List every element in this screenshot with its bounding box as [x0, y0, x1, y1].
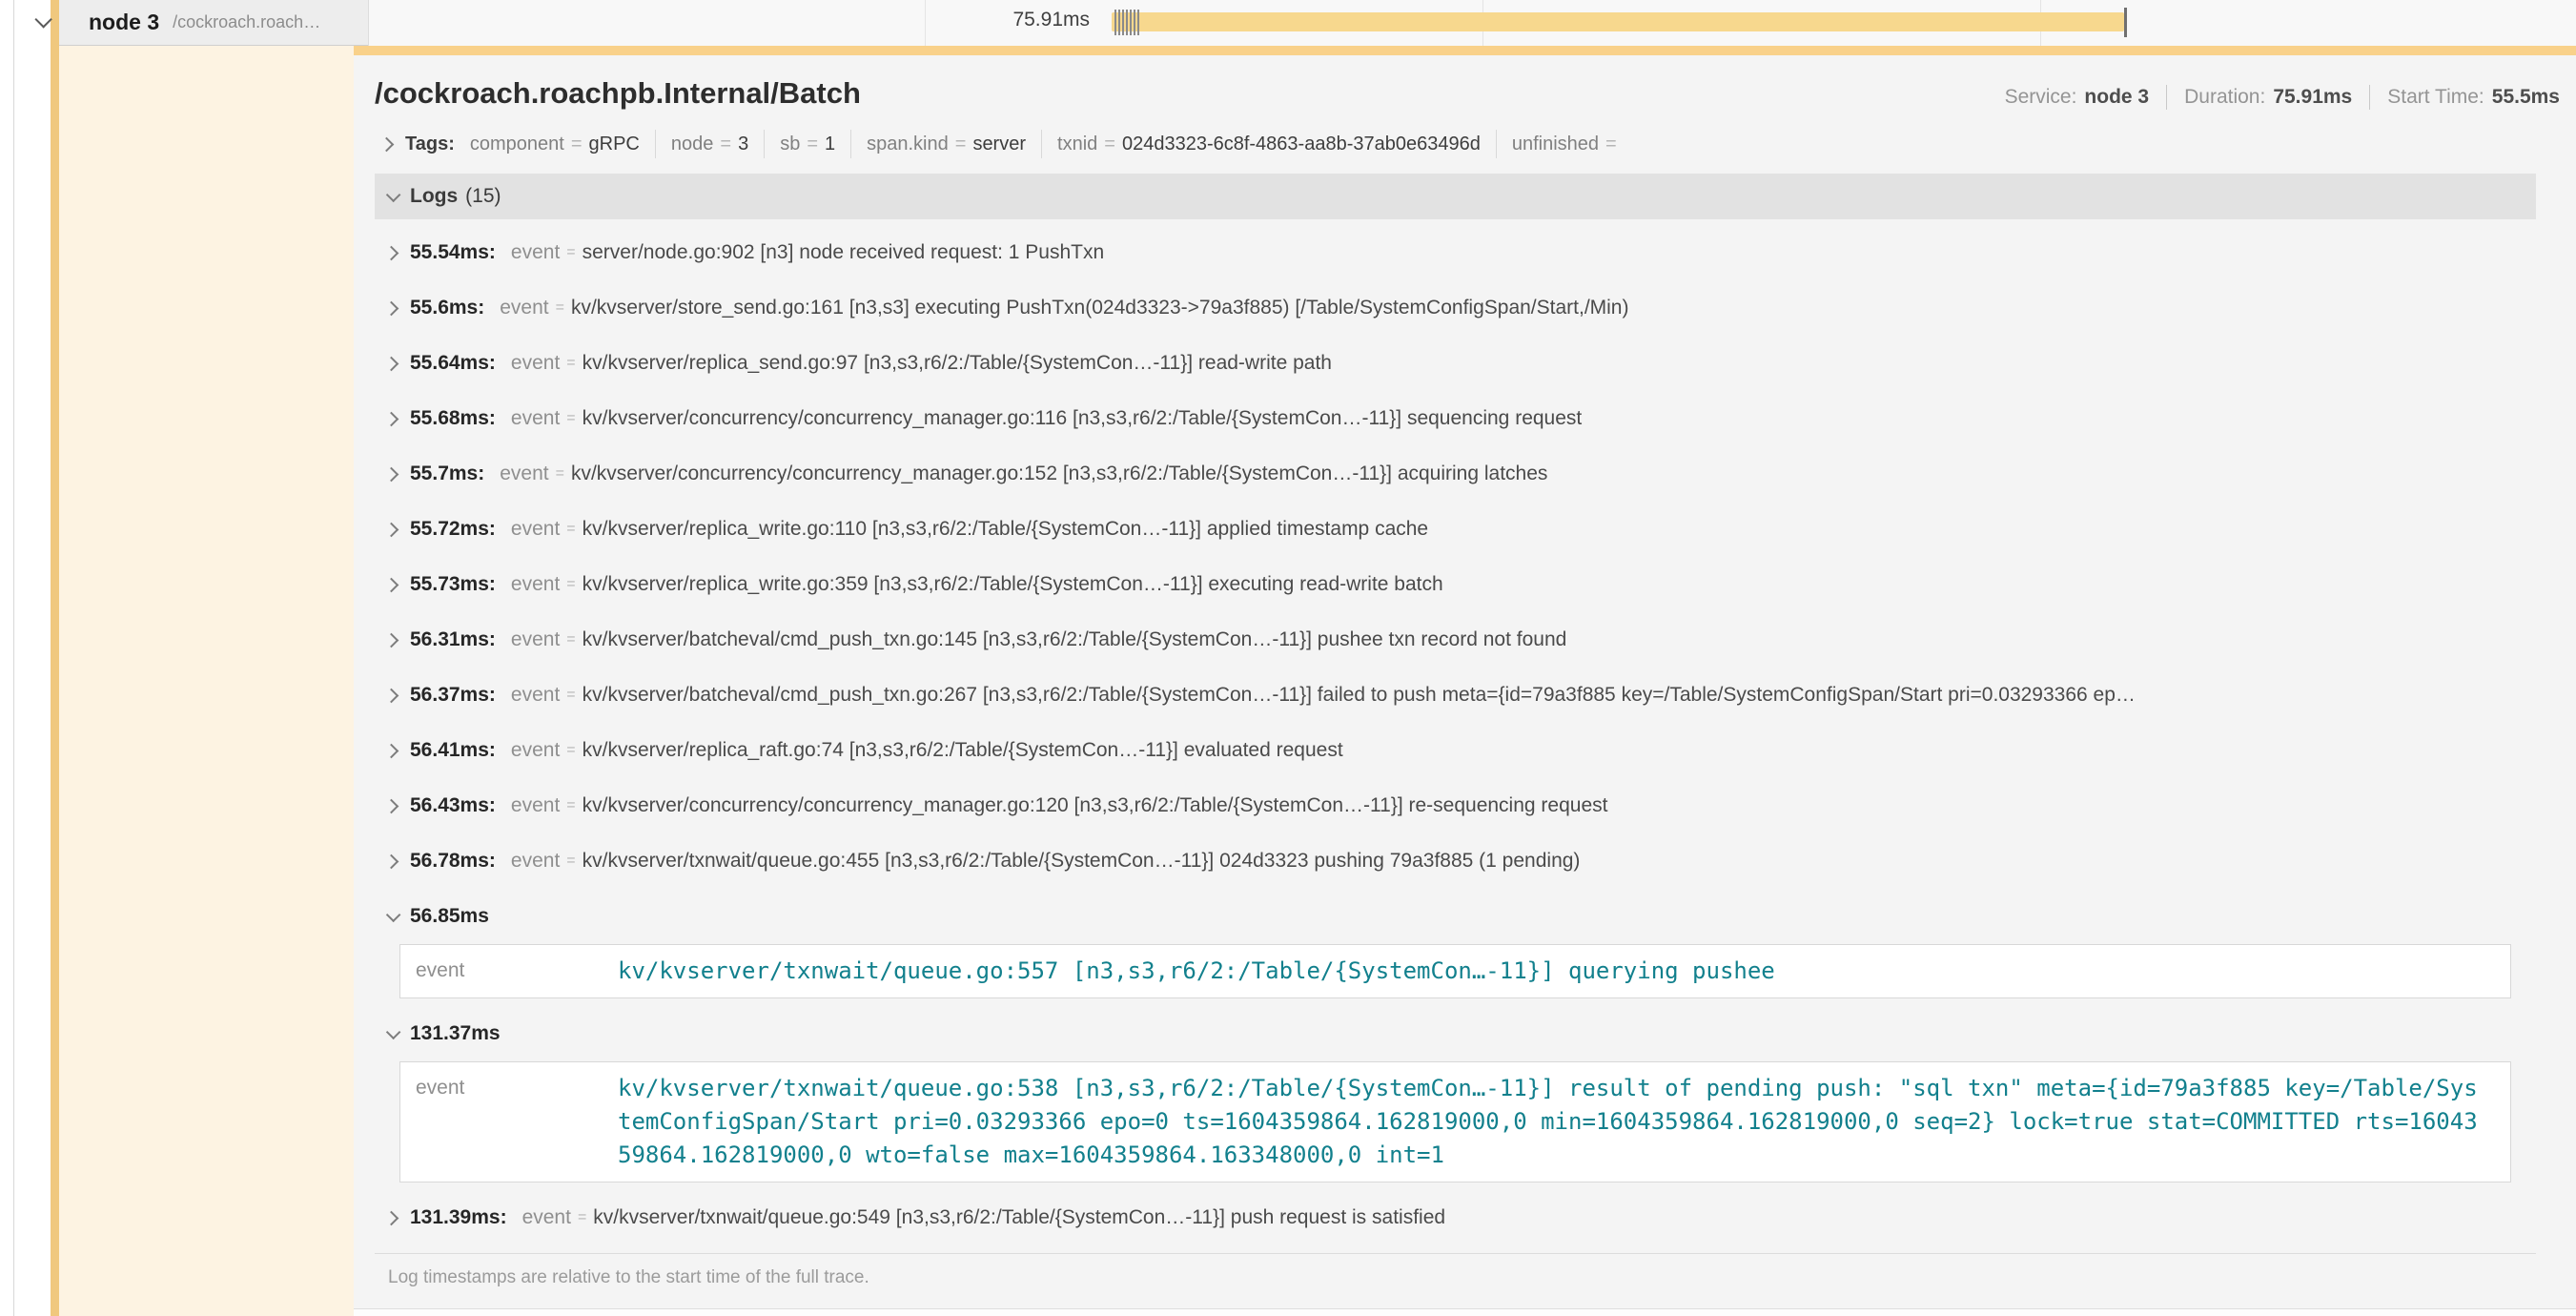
- left-gutter-divider: [13, 0, 14, 1316]
- logs-accordion: Logs (15) 55.54ms: event = server/node.g…: [375, 174, 2536, 1288]
- log-entry-row[interactable]: 56.78ms: event = kv/kvserver/txnwait/que…: [375, 833, 2536, 889]
- duration-value: 75.91ms: [2273, 86, 2352, 109]
- chevron-right-icon: [384, 688, 399, 703]
- log-entry-expanded: 131.37ms event kv/kvserver/txnwait/queue…: [375, 1006, 2536, 1182]
- duration-label: Duration:: [2184, 86, 2265, 109]
- service-color-stripe: [51, 0, 59, 1316]
- span-operation-name: /cockroach.roach…: [173, 12, 320, 32]
- tag-item: txnid = 024d3323-6c8f-4863-aa8b-37ab0e63…: [1057, 134, 1481, 155]
- overview-divider: [2369, 85, 2370, 110]
- log-field-key: event: [400, 1072, 618, 1172]
- log-entry-row[interactable]: 131.39ms: event = kv/kvserver/txnwait/qu…: [375, 1190, 2536, 1245]
- logs-footer-note: Log timestamps are relative to the start…: [375, 1253, 2536, 1288]
- service-value: node 3: [2084, 86, 2149, 109]
- log-field-value: kv/kvserver/txnwait/queue.go:538 [n3,s3,…: [618, 1072, 2480, 1172]
- span-detail-panel: /cockroach.roachpb.Internal/Batch Servic…: [354, 46, 2576, 1316]
- chevron-right-icon: [384, 632, 399, 648]
- log-field-key: event: [400, 955, 618, 988]
- logs-title: Logs: [410, 185, 458, 208]
- log-entry-expanded: 56.85ms event kv/kvserver/txnwait/queue.…: [375, 889, 2536, 998]
- span-detail-header: /cockroach.roachpb.Internal/Batch Servic…: [375, 55, 2560, 111]
- log-entry-row[interactable]: 56.43ms: event = kv/kvserver/concurrency…: [375, 778, 2536, 833]
- log-field-row: event kv/kvserver/txnwait/queue.go:538 […: [400, 1072, 2510, 1172]
- span-operation-title: /cockroach.roachpb.Internal/Batch: [375, 76, 861, 111]
- tag-item: component = gRPC: [470, 134, 640, 155]
- chevron-down-icon: [386, 187, 401, 202]
- log-entry-row[interactable]: 56.37ms: event = kv/kvserver/batcheval/c…: [375, 668, 2536, 723]
- log-entry-row[interactable]: 55.6ms: event = kv/kvserver/store_send.g…: [375, 280, 2536, 336]
- tag-divider: [1496, 130, 1497, 158]
- chevron-right-icon: [384, 245, 399, 260]
- log-entry-row[interactable]: 56.31ms: event = kv/kvserver/batcheval/c…: [375, 612, 2536, 668]
- tag-divider: [850, 130, 851, 158]
- timeline-gridline: [925, 0, 926, 46]
- log-tick-end: [2124, 8, 2127, 37]
- chevron-down-icon: [386, 907, 401, 922]
- span-name-cell[interactable]: node 3 /cockroach.roach…: [59, 0, 368, 46]
- logs-section-header[interactable]: Logs (15): [375, 174, 2536, 219]
- log-field-row: event kv/kvserver/txnwait/queue.go:557 […: [400, 955, 2510, 988]
- log-fields-table: event kv/kvserver/txnwait/queue.go:538 […: [399, 1061, 2511, 1182]
- selected-span-row-highlight: [59, 0, 354, 1316]
- service-label: Service:: [2005, 86, 2077, 109]
- log-entry-row[interactable]: 55.72ms: event = kv/kvserver/replica_wri…: [375, 502, 2536, 557]
- span-overview: Service: node 3 Duration: 75.91ms Start …: [2005, 85, 2560, 110]
- panel-bottom-edge: [354, 1308, 2576, 1316]
- tags-row[interactable]: Tags: component = gRPC node = 3 sb = 1 s…: [375, 130, 2560, 158]
- tag-divider: [1041, 130, 1042, 158]
- log-entry-row[interactable]: 55.7ms: event = kv/kvserver/concurrency/…: [375, 446, 2536, 502]
- chevron-right-icon: [384, 300, 399, 316]
- logs-count: (15): [465, 185, 501, 208]
- log-entry-row[interactable]: 55.64ms: event = kv/kvserver/replica_sen…: [375, 336, 2536, 391]
- chevron-down-icon: [386, 1024, 401, 1039]
- tags-label: Tags:: [405, 134, 455, 155]
- span-duration-label: 75.91ms: [1012, 9, 1090, 31]
- chevron-right-icon: [384, 853, 399, 869]
- log-entry-header[interactable]: 56.85ms: [375, 889, 2536, 944]
- log-fields-table: event kv/kvserver/txnwait/queue.go:557 […: [399, 944, 2511, 998]
- chevron-right-icon: [384, 1210, 399, 1225]
- tag-item: node = 3: [671, 134, 748, 155]
- log-field-value: kv/kvserver/txnwait/queue.go:557 [n3,s3,…: [618, 955, 2480, 988]
- log-entry-header[interactable]: 131.37ms: [375, 1006, 2536, 1061]
- tag-divider: [764, 130, 765, 158]
- start-time-value: 55.5ms: [2492, 86, 2560, 109]
- chevron-right-icon: [384, 743, 399, 758]
- tag-divider: [655, 130, 656, 158]
- tag-item: sb = 1: [780, 134, 835, 155]
- chevron-right-icon: [384, 356, 399, 371]
- log-entry-row[interactable]: 56.41ms: event = kv/kvserver/replica_raf…: [375, 723, 2536, 778]
- span-timeline-row: node 3 /cockroach.roach… 75.91ms: [14, 0, 2576, 46]
- overview-divider: [2166, 85, 2167, 110]
- chevron-right-icon: [384, 411, 399, 426]
- span-service-name: node 3: [89, 10, 159, 35]
- chevron-right-icon: [384, 798, 399, 813]
- trace-view: node 3 /cockroach.roach… 75.91ms /cockro…: [0, 0, 2576, 1316]
- collapse-trace-chevron-icon[interactable]: [34, 10, 51, 28]
- chevron-right-icon: [384, 577, 399, 592]
- log-entry-row[interactable]: 55.73ms: event = kv/kvserver/replica_wri…: [375, 557, 2536, 612]
- span-duration-bar[interactable]: [1112, 12, 2124, 31]
- chevron-right-icon: [379, 136, 395, 152]
- tag-item: unfinished =: [1512, 134, 1624, 155]
- log-entry-row[interactable]: 55.68ms: event = kv/kvserver/concurrency…: [375, 391, 2536, 446]
- start-time-label: Start Time:: [2387, 86, 2484, 109]
- chevron-right-icon: [384, 522, 399, 537]
- log-list: 55.54ms: event = server/node.go:902 [n3]…: [375, 219, 2536, 1245]
- chevron-right-icon: [384, 466, 399, 482]
- log-entry-row[interactable]: 55.54ms: event = server/node.go:902 [n3]…: [375, 225, 2536, 280]
- tag-item: span.kind = server: [867, 134, 1026, 155]
